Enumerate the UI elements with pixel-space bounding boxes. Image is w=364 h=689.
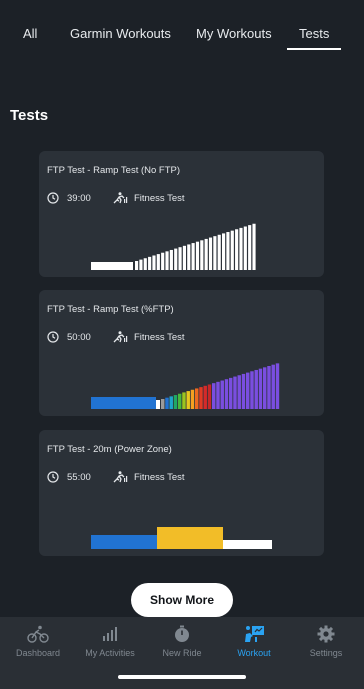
profile-bar [246, 372, 250, 409]
nav-new-ride[interactable]: New Ride [146, 617, 218, 667]
nav-my-activities[interactable]: My Activities [74, 617, 146, 667]
profile-bar [173, 395, 178, 409]
home-indicator [118, 675, 246, 679]
profile-bar [224, 379, 229, 409]
profile-bar [252, 223, 256, 270]
show-more-button[interactable]: Show More [131, 583, 233, 617]
profile-bar [235, 229, 239, 270]
profile-bar [174, 248, 178, 270]
gear-icon [317, 625, 335, 643]
profile-bar [199, 387, 203, 409]
profile-bar [165, 397, 169, 409]
profile-bar [91, 535, 157, 549]
section-title: Tests [10, 107, 49, 124]
profile-bar [186, 391, 190, 409]
profile-bar [275, 363, 280, 409]
profile-bar [223, 540, 272, 549]
profile-bar [217, 234, 221, 270]
nav-label: My Activities [85, 648, 135, 658]
tab-my-workouts[interactable]: My Workouts [196, 26, 272, 41]
profile-bar [267, 366, 271, 409]
profile-bar [248, 225, 252, 270]
profile-bar [178, 247, 182, 270]
profile-bar [226, 232, 230, 270]
profile-bar [161, 399, 165, 409]
tab-all[interactable]: All [23, 26, 37, 41]
workout-profile-chart [91, 527, 272, 549]
workout-profile-chart [91, 363, 280, 409]
profile-bar [208, 237, 213, 270]
cyclist-icon [27, 625, 49, 643]
profile-bar [230, 230, 234, 270]
nav-settings[interactable]: Settings [290, 617, 362, 667]
profile-bar [156, 254, 160, 270]
profile-bar [263, 367, 267, 409]
profile-bar [169, 249, 173, 270]
profile-bar [143, 258, 147, 270]
profile-bar [271, 364, 275, 409]
profile-bar [139, 259, 143, 270]
nav-dashboard[interactable]: Dashboard [2, 617, 74, 667]
nav-label: Settings [309, 648, 343, 658]
profile-bar [169, 396, 173, 409]
profile-bar [239, 227, 243, 270]
workout-card[interactable]: FTP Test - Ramp Test (%FTP) 50:00 Fitnes… [39, 290, 324, 416]
nav-workout[interactable]: Workout [218, 617, 290, 667]
profile-bar [200, 240, 204, 270]
profile-bar [178, 393, 182, 409]
profile-bar [182, 392, 186, 409]
profile-bar [222, 233, 226, 270]
profile-bar [190, 389, 195, 409]
profile-bar [237, 375, 241, 409]
tab-tests[interactable]: Tests [286, 26, 342, 50]
profile-bar [220, 380, 224, 409]
profile-bar [204, 238, 208, 270]
profile-bar [156, 400, 160, 409]
profile-bar [203, 385, 207, 409]
profile-bar [195, 388, 199, 409]
profile-bar [148, 256, 152, 270]
profile-bar [233, 376, 237, 409]
profile-bar [241, 373, 246, 409]
profile-bar [195, 241, 200, 270]
profile-bar [157, 527, 223, 549]
profile-bar [152, 255, 156, 270]
nav-label: New Ride [162, 648, 202, 658]
profile-bar [187, 244, 191, 270]
nav-label: Workout [237, 648, 271, 658]
profile-bar [243, 226, 247, 270]
profile-bar [161, 252, 165, 270]
bar-chart-icon [103, 627, 117, 641]
workout-card[interactable]: FTP Test - Ramp Test (No FTP) 39:00 Fitn… [39, 151, 324, 277]
nav-label: Dashboard [15, 648, 61, 658]
profile-bar [207, 384, 212, 409]
workout-icon [245, 626, 264, 642]
profile-bar [191, 243, 195, 270]
profile-bar [91, 397, 156, 409]
workout-profile-chart [91, 223, 256, 270]
tab-garmin-workouts[interactable]: Garmin Workouts [70, 26, 171, 41]
profile-bar [254, 369, 258, 409]
profile-bar [165, 251, 169, 270]
profile-bar [258, 368, 263, 409]
profile-bar [212, 383, 216, 409]
profile-bar [229, 377, 233, 409]
profile-bar [250, 371, 254, 409]
workout-card[interactable]: FTP Test - 20m (Power Zone) 55:00 Fitnes… [39, 430, 324, 556]
profile-bar [91, 262, 133, 270]
profile-bar [182, 245, 186, 270]
stopwatch-icon [175, 625, 189, 642]
profile-bar [216, 381, 220, 409]
profile-bar [135, 261, 139, 270]
profile-bar [213, 236, 217, 270]
top-tab-bar: All Garmin Workouts My Workouts Tests [0, 0, 364, 56]
